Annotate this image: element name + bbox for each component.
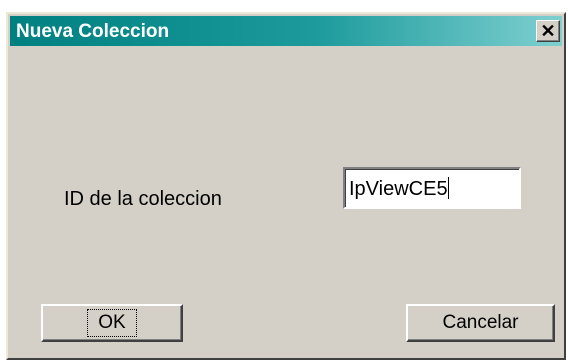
cancel-button-label: Cancelar (442, 312, 519, 333)
collection-id-value: IpViewCE5 (349, 178, 448, 200)
ok-button-label: OK (87, 309, 137, 337)
window-title: Nueva Coleccion (16, 21, 170, 42)
close-button[interactable]: ✕ (536, 20, 560, 42)
ok-button[interactable]: OK (41, 304, 183, 342)
collection-id-input[interactable]: IpViewCE5 (343, 167, 521, 209)
collection-id-label: ID de la coleccion (64, 188, 222, 210)
close-icon: ✕ (540, 21, 556, 41)
dialog-window: Nueva Coleccion ✕ ID de la coleccion IpV… (6, 12, 566, 360)
text-caret (447, 177, 449, 199)
cancel-button[interactable]: Cancelar (406, 304, 555, 342)
title-bar[interactable]: Nueva Coleccion ✕ (10, 16, 562, 46)
